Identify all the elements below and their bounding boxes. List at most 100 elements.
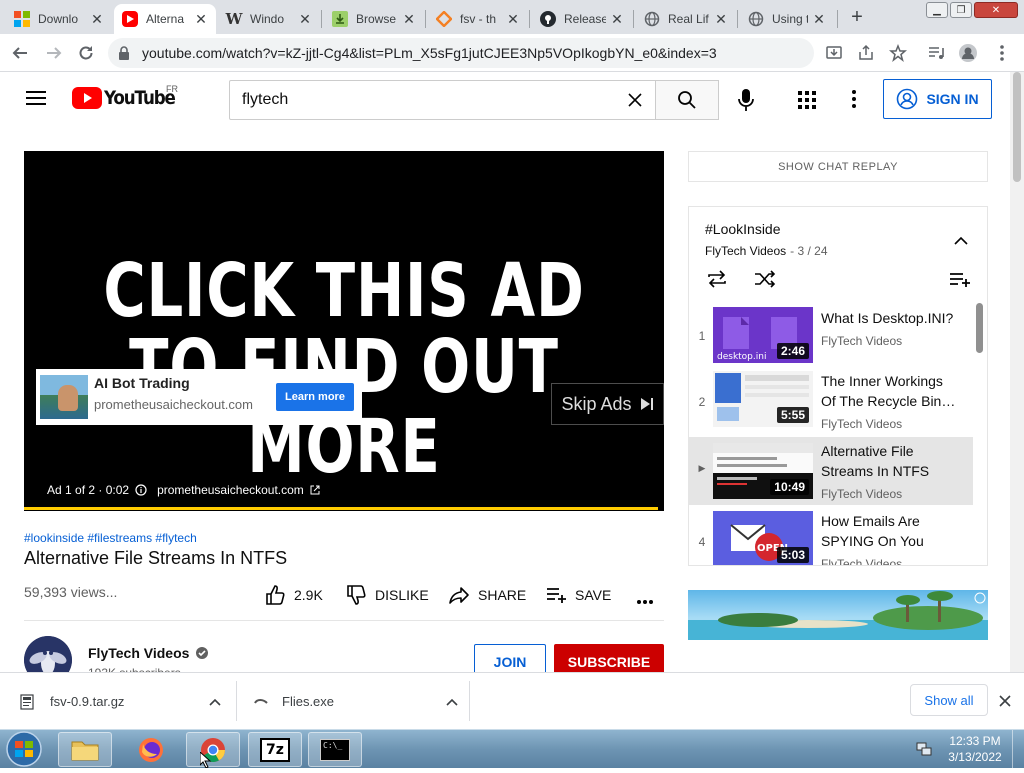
show-chat-replay-button[interactable]: SHOW CHAT REPLAY xyxy=(688,151,988,182)
ad-link[interactable]: prometheusaicheckout.com xyxy=(157,483,304,497)
close-tab-icon[interactable]: ✕ xyxy=(812,11,826,28)
page-scrollbar[interactable] xyxy=(1010,72,1024,672)
save-button[interactable]: SAVE xyxy=(545,584,611,606)
playlist-item[interactable]: 4 OPEN 5:03 How Emails Are SPYING On You… xyxy=(689,511,973,565)
close-tab-icon[interactable]: ✕ xyxy=(194,11,208,28)
taskbar-firefox[interactable] xyxy=(124,732,178,767)
executable-file-icon xyxy=(254,698,268,704)
chevron-up-icon[interactable] xyxy=(209,698,221,706)
page-scrollbar-thumb[interactable] xyxy=(1013,72,1021,182)
info-icon[interactable] xyxy=(135,484,147,496)
svg-text:desktop.ini: desktop.ini xyxy=(717,352,766,362)
tab-real-life[interactable]: Real Lif ✕ xyxy=(636,4,736,34)
tab-youtube-active[interactable]: Alterna ✕ xyxy=(114,4,216,34)
clear-search-icon[interactable] xyxy=(627,92,643,113)
download-filename: Flies.exe xyxy=(282,694,335,709)
taskbar-explorer[interactable] xyxy=(58,732,112,767)
diamond-icon xyxy=(436,11,452,27)
channel-name[interactable]: FlyTech Videos xyxy=(88,645,209,661)
more-actions-icon[interactable] xyxy=(636,592,654,610)
search-button[interactable] xyxy=(655,80,719,120)
loop-icon[interactable] xyxy=(705,269,729,294)
sidebar-banner-ad[interactable] xyxy=(688,590,988,640)
video-player[interactable]: CLICK THIS AD TO FIND OUT MORE AI Bot Tr… xyxy=(24,151,664,511)
shuffle-icon[interactable] xyxy=(753,269,777,294)
bookmark-star-icon[interactable] xyxy=(886,41,910,65)
playlist-title[interactable]: #LookInside xyxy=(705,221,781,237)
downloads-bar: fsv-0.9.tar.gz Flies.exe Show all xyxy=(0,672,1024,729)
video-thumbnail: OPEN 5:03 xyxy=(713,511,813,565)
close-window-button[interactable]: ✕ xyxy=(974,2,1018,18)
playlist-add-icon[interactable] xyxy=(949,271,971,292)
tab-using[interactable]: Using t ✕ xyxy=(740,4,834,34)
taskbar-cmd[interactable]: C:\_ xyxy=(308,732,362,767)
video-thumbnail: 10:49 xyxy=(713,443,813,499)
skip-ads-button[interactable]: Skip Ads xyxy=(551,383,664,425)
collapse-chevron-icon[interactable] xyxy=(953,233,969,251)
browser-menu-icon[interactable] xyxy=(990,41,1014,65)
tab-downloads[interactable]: Downlo ✕ xyxy=(6,4,112,34)
region-code: FR xyxy=(166,84,178,94)
minimize-window-button[interactable]: ▁ xyxy=(926,2,948,18)
share-page-icon[interactable] xyxy=(854,41,878,65)
microphone-icon[interactable] xyxy=(736,88,756,117)
playlist-item-index: 4 xyxy=(698,535,706,549)
download-item[interactable]: Flies.exe xyxy=(254,673,458,730)
playlist-item-channel: FlyTech Videos xyxy=(821,417,903,431)
playlist-item-current[interactable]: ▶ 10:49 Alternative File Streams In NTFS… xyxy=(689,437,973,505)
youtube-logo[interactable]: YouTube FR xyxy=(72,84,184,109)
like-button[interactable]: 2.9K xyxy=(264,584,323,606)
reload-icon[interactable] xyxy=(74,41,98,65)
playlist-item-title: Alternative File Streams In NTFS xyxy=(821,443,930,479)
show-desktop-button[interactable] xyxy=(1012,730,1024,768)
network-icon[interactable] xyxy=(916,741,932,762)
close-tab-icon[interactable]: ✕ xyxy=(298,11,312,28)
sign-in-button[interactable]: SIGN IN xyxy=(883,79,992,119)
tab-fsv[interactable]: fsv - th ✕ xyxy=(428,4,528,34)
close-tab-icon[interactable]: ✕ xyxy=(90,11,104,28)
taskbar-7zip[interactable]: 7z xyxy=(248,732,302,767)
profile-avatar-icon[interactable] xyxy=(956,41,980,65)
tab-browse[interactable]: Browse ✕ xyxy=(324,4,424,34)
tab-release[interactable]: Release ✕ xyxy=(532,4,632,34)
show-all-downloads-button[interactable]: Show all xyxy=(910,684,988,716)
address-bar[interactable]: youtube.com/watch?v=kZ-jjtl-Cg4&list=PLm… xyxy=(108,38,814,68)
playlist-owner[interactable]: FlyTech Videos xyxy=(705,244,786,258)
learn-more-button[interactable]: Learn more xyxy=(276,383,354,411)
close-tab-icon[interactable]: ✕ xyxy=(506,11,520,28)
playlist-item[interactable]: 2 5:55 The Inner Workings Of The Recycle… xyxy=(689,371,973,441)
back-arrow-icon[interactable] xyxy=(8,41,32,65)
hashtags[interactable]: #lookinside #filestreams #flytech xyxy=(24,531,197,545)
install-app-icon[interactable] xyxy=(822,41,846,65)
search-input[interactable]: flytech xyxy=(229,80,656,120)
youtube-logo-icon xyxy=(122,11,138,27)
clock-date: 3/13/2022 xyxy=(948,750,1002,764)
hamburger-menu-icon[interactable] xyxy=(26,90,46,111)
chevron-up-icon[interactable] xyxy=(446,698,458,706)
settings-more-icon[interactable] xyxy=(851,89,857,114)
start-button[interactable] xyxy=(4,730,44,768)
forward-arrow-icon[interactable] xyxy=(42,41,66,65)
close-downloads-icon[interactable] xyxy=(999,694,1011,712)
browser-toolbar: youtube.com/watch?v=kZ-jjtl-Cg4&list=PLm… xyxy=(0,34,1024,72)
new-tab-button[interactable]: + xyxy=(846,6,868,28)
apps-grid-icon[interactable] xyxy=(797,90,817,115)
close-tab-icon[interactable]: ✕ xyxy=(714,11,728,28)
view-count[interactable]: 59,393 views... xyxy=(24,584,117,600)
thumbs-down-icon xyxy=(347,585,366,605)
tab-windows[interactable]: W Windo ✕ xyxy=(218,4,320,34)
close-tab-icon[interactable]: ✕ xyxy=(402,11,416,28)
share-label: SHARE xyxy=(478,587,527,603)
taskbar-clock[interactable]: 12:33 PM 3/13/2022 xyxy=(940,733,1010,765)
restore-window-button[interactable]: ❐ xyxy=(950,2,972,18)
share-button[interactable]: SHARE xyxy=(448,584,526,606)
taskbar-chrome[interactable] xyxy=(186,732,240,767)
media-control-icon[interactable] xyxy=(924,41,948,65)
download-item[interactable]: fsv-0.9.tar.gz xyxy=(20,673,221,730)
user-circle-icon xyxy=(897,88,918,110)
playlist-scrollbar-thumb[interactable] xyxy=(976,303,983,353)
dislike-button[interactable]: DISLIKE xyxy=(345,584,429,606)
playlist-item[interactable]: 1 desktop.ini 2:46 What Is Desktop.INI? … xyxy=(689,307,973,369)
close-tab-icon[interactable]: ✕ xyxy=(610,11,624,28)
ad-card[interactable]: AI Bot Trading prometheusaicheckout.com … xyxy=(36,369,362,425)
